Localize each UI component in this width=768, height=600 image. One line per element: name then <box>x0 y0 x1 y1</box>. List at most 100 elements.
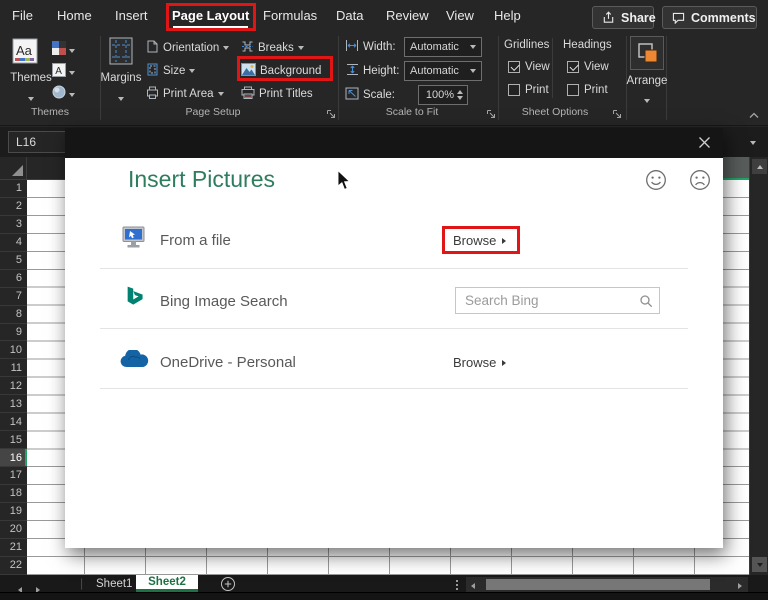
page-setup-dialog-launcher[interactable] <box>326 106 336 124</box>
print-titles-button[interactable]: Print Titles <box>241 85 313 103</box>
vertical-scrollbar[interactable] <box>749 157 768 575</box>
tab-view[interactable]: View <box>446 8 474 23</box>
chevron-down-icon <box>69 48 75 53</box>
tab-data[interactable]: Data <box>336 8 363 23</box>
arrange-button-label[interactable]: Arrange <box>620 75 674 87</box>
scale-to-fit-group-label: Scale to Fit <box>385 106 439 118</box>
theme-effects-icon <box>52 85 66 104</box>
sheet-options-dialog-launcher[interactable] <box>612 106 622 124</box>
width-dropdown[interactable]: Automatic <box>404 37 482 57</box>
dialog-title: Insert Pictures <box>128 166 275 192</box>
row-header[interactable]: 4 <box>0 234 27 252</box>
margins-button[interactable] <box>108 37 135 71</box>
feedback-smile-icon[interactable] <box>645 169 667 191</box>
checkbox-icon[interactable] <box>508 84 520 96</box>
breaks-button[interactable]: Breaks <box>241 39 304 57</box>
close-icon[interactable] <box>697 135 712 150</box>
column-header-active[interactable] <box>722 157 749 180</box>
tab-divider: | <box>80 576 84 590</box>
row-header[interactable]: 11 <box>0 359 27 378</box>
collapse-ribbon-icon[interactable] <box>748 107 760 125</box>
from-file-browse-link[interactable]: Browse <box>453 233 507 248</box>
checkbox-icon[interactable] <box>567 84 579 96</box>
headings-view-checkbox[interactable]: View <box>567 61 609 73</box>
print-area-icon <box>146 86 159 102</box>
background-button[interactable]: Background <box>241 62 321 80</box>
hscroll-left-icon[interactable] <box>471 576 475 594</box>
theme-fonts-button[interactable]: A <box>52 63 75 82</box>
tab-page-layout[interactable]: Page Layout <box>172 8 249 28</box>
row-header[interactable]: 6 <box>0 270 27 288</box>
chevron-down-icon <box>69 70 75 75</box>
spinner-arrows-icon[interactable] <box>457 90 463 100</box>
hscroll-right-icon[interactable] <box>738 576 742 594</box>
theme-effects-button[interactable] <box>52 85 75 104</box>
arrange-button[interactable] <box>630 36 664 70</box>
margins-button-label[interactable]: Margins <box>98 72 144 84</box>
row-header[interactable]: 8 <box>0 306 27 324</box>
sheet-tab-sheet1[interactable]: Sheet1 <box>86 575 142 592</box>
tab-formulas[interactable]: Formulas <box>263 8 317 23</box>
divider <box>100 328 688 329</box>
select-all-button[interactable] <box>0 157 27 179</box>
search-bing-input[interactable] <box>455 287 660 314</box>
headings-label: Headings <box>563 39 612 51</box>
hscroll-thumb[interactable] <box>486 579 710 590</box>
select-all-triangle-icon <box>12 165 23 176</box>
scroll-down-icon[interactable] <box>752 557 767 572</box>
tab-review[interactable]: Review <box>386 8 429 23</box>
share-button[interactable]: Share <box>592 6 656 29</box>
row-header[interactable]: 9 <box>0 324 27 342</box>
row-header[interactable]: 3 <box>0 216 27 234</box>
print-titles-icon <box>241 86 255 102</box>
row-header[interactable]: 18 <box>0 485 27 503</box>
sheet-tab-sheet2[interactable]: Sheet2 <box>136 575 198 592</box>
scale-to-fit-dialog-launcher[interactable] <box>486 106 496 124</box>
row-header[interactable]: 10 <box>0 341 27 360</box>
chevron-down-icon <box>223 46 230 50</box>
row-header[interactable]: 12 <box>0 377 27 396</box>
computer-icon <box>122 226 149 250</box>
orientation-button[interactable]: Orientation <box>146 39 230 57</box>
row-header[interactable]: 5 <box>0 252 27 270</box>
row-header[interactable]: 16 <box>0 449 27 467</box>
tab-home[interactable]: Home <box>57 8 92 23</box>
checkbox-icon[interactable] <box>508 61 520 73</box>
horizontal-scrollbar[interactable] <box>466 577 748 592</box>
height-dropdown[interactable]: Automatic <box>404 61 482 81</box>
tabbar-resize-handle[interactable] <box>456 580 458 582</box>
size-button[interactable]: Size <box>146 62 196 80</box>
tab-insert[interactable]: Insert <box>115 8 148 23</box>
search-icon[interactable] <box>639 294 653 308</box>
headings-print-checkbox[interactable]: Print <box>567 84 608 96</box>
themes-button[interactable]: Aa <box>12 38 40 71</box>
row-header[interactable]: 2 <box>0 198 27 216</box>
row-header[interactable]: 7 <box>0 288 27 306</box>
arrow-right-icon <box>502 359 507 366</box>
margins-icon <box>108 37 135 70</box>
row-header[interactable]: 14 <box>0 413 27 432</box>
theme-colors-button[interactable] <box>52 41 75 60</box>
row-header[interactable]: 21 <box>0 539 27 557</box>
tab-help[interactable]: Help <box>494 8 521 23</box>
comments-button[interactable]: Comments <box>662 6 757 29</box>
checkbox-icon[interactable] <box>567 61 579 73</box>
row-header[interactable]: 19 <box>0 503 27 521</box>
feedback-frown-icon[interactable] <box>689 169 711 191</box>
add-sheet-button[interactable] <box>221 576 235 591</box>
row-header[interactable]: 17 <box>0 467 27 485</box>
width-icon <box>345 39 359 55</box>
formula-bar-expand-icon[interactable] <box>742 132 764 154</box>
row-header[interactable]: 1 <box>0 180 27 198</box>
row-header[interactable]: 13 <box>0 395 27 414</box>
row-header[interactable]: 15 <box>0 431 27 450</box>
scroll-up-icon[interactable] <box>752 159 767 174</box>
row-header[interactable]: 22 <box>0 557 27 575</box>
gridlines-view-checkbox[interactable]: View <box>508 61 550 73</box>
gridlines-print-checkbox[interactable]: Print <box>508 84 549 96</box>
onedrive-browse-link[interactable]: Browse <box>453 355 507 370</box>
scale-spinner[interactable]: 100% <box>418 85 468 105</box>
row-header[interactable]: 20 <box>0 521 27 539</box>
print-area-button[interactable]: Print Area <box>146 85 224 103</box>
tab-file[interactable]: File <box>12 8 33 23</box>
